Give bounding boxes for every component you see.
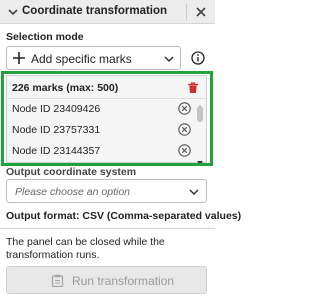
section-divider [0,228,215,229]
panel-title: Coordinate transformation [22,5,168,17]
info-note: The panel can be closed while the transf… [6,236,165,261]
selection-mode-select[interactable]: Add specific marks [6,46,181,70]
selection-mode-label: Selection mode [6,31,84,43]
output-system-label: Output coordinate system [6,166,137,178]
info-icon[interactable] [191,51,205,65]
run-transformation-button[interactable]: Run transformation [6,266,207,294]
run-button-label: Run transformation [72,274,175,288]
selection-mode-value: Add specific marks [31,52,132,66]
chevron-down-icon [164,54,174,64]
output-system-select[interactable]: Please choose an option [6,179,207,203]
chevron-down-icon[interactable] [7,6,19,18]
highlight-frame [1,71,213,166]
panel-header: Coordinate transformation [0,0,215,24]
header-divider [186,4,187,20]
close-icon[interactable] [195,6,207,18]
clipboard-icon [51,274,64,288]
plus-icon [12,51,26,65]
chevron-down-icon [189,187,199,197]
output-format-label: Output format: CSV (Comma-separated valu… [6,210,242,222]
output-system-placeholder: Please choose an option [15,186,131,198]
